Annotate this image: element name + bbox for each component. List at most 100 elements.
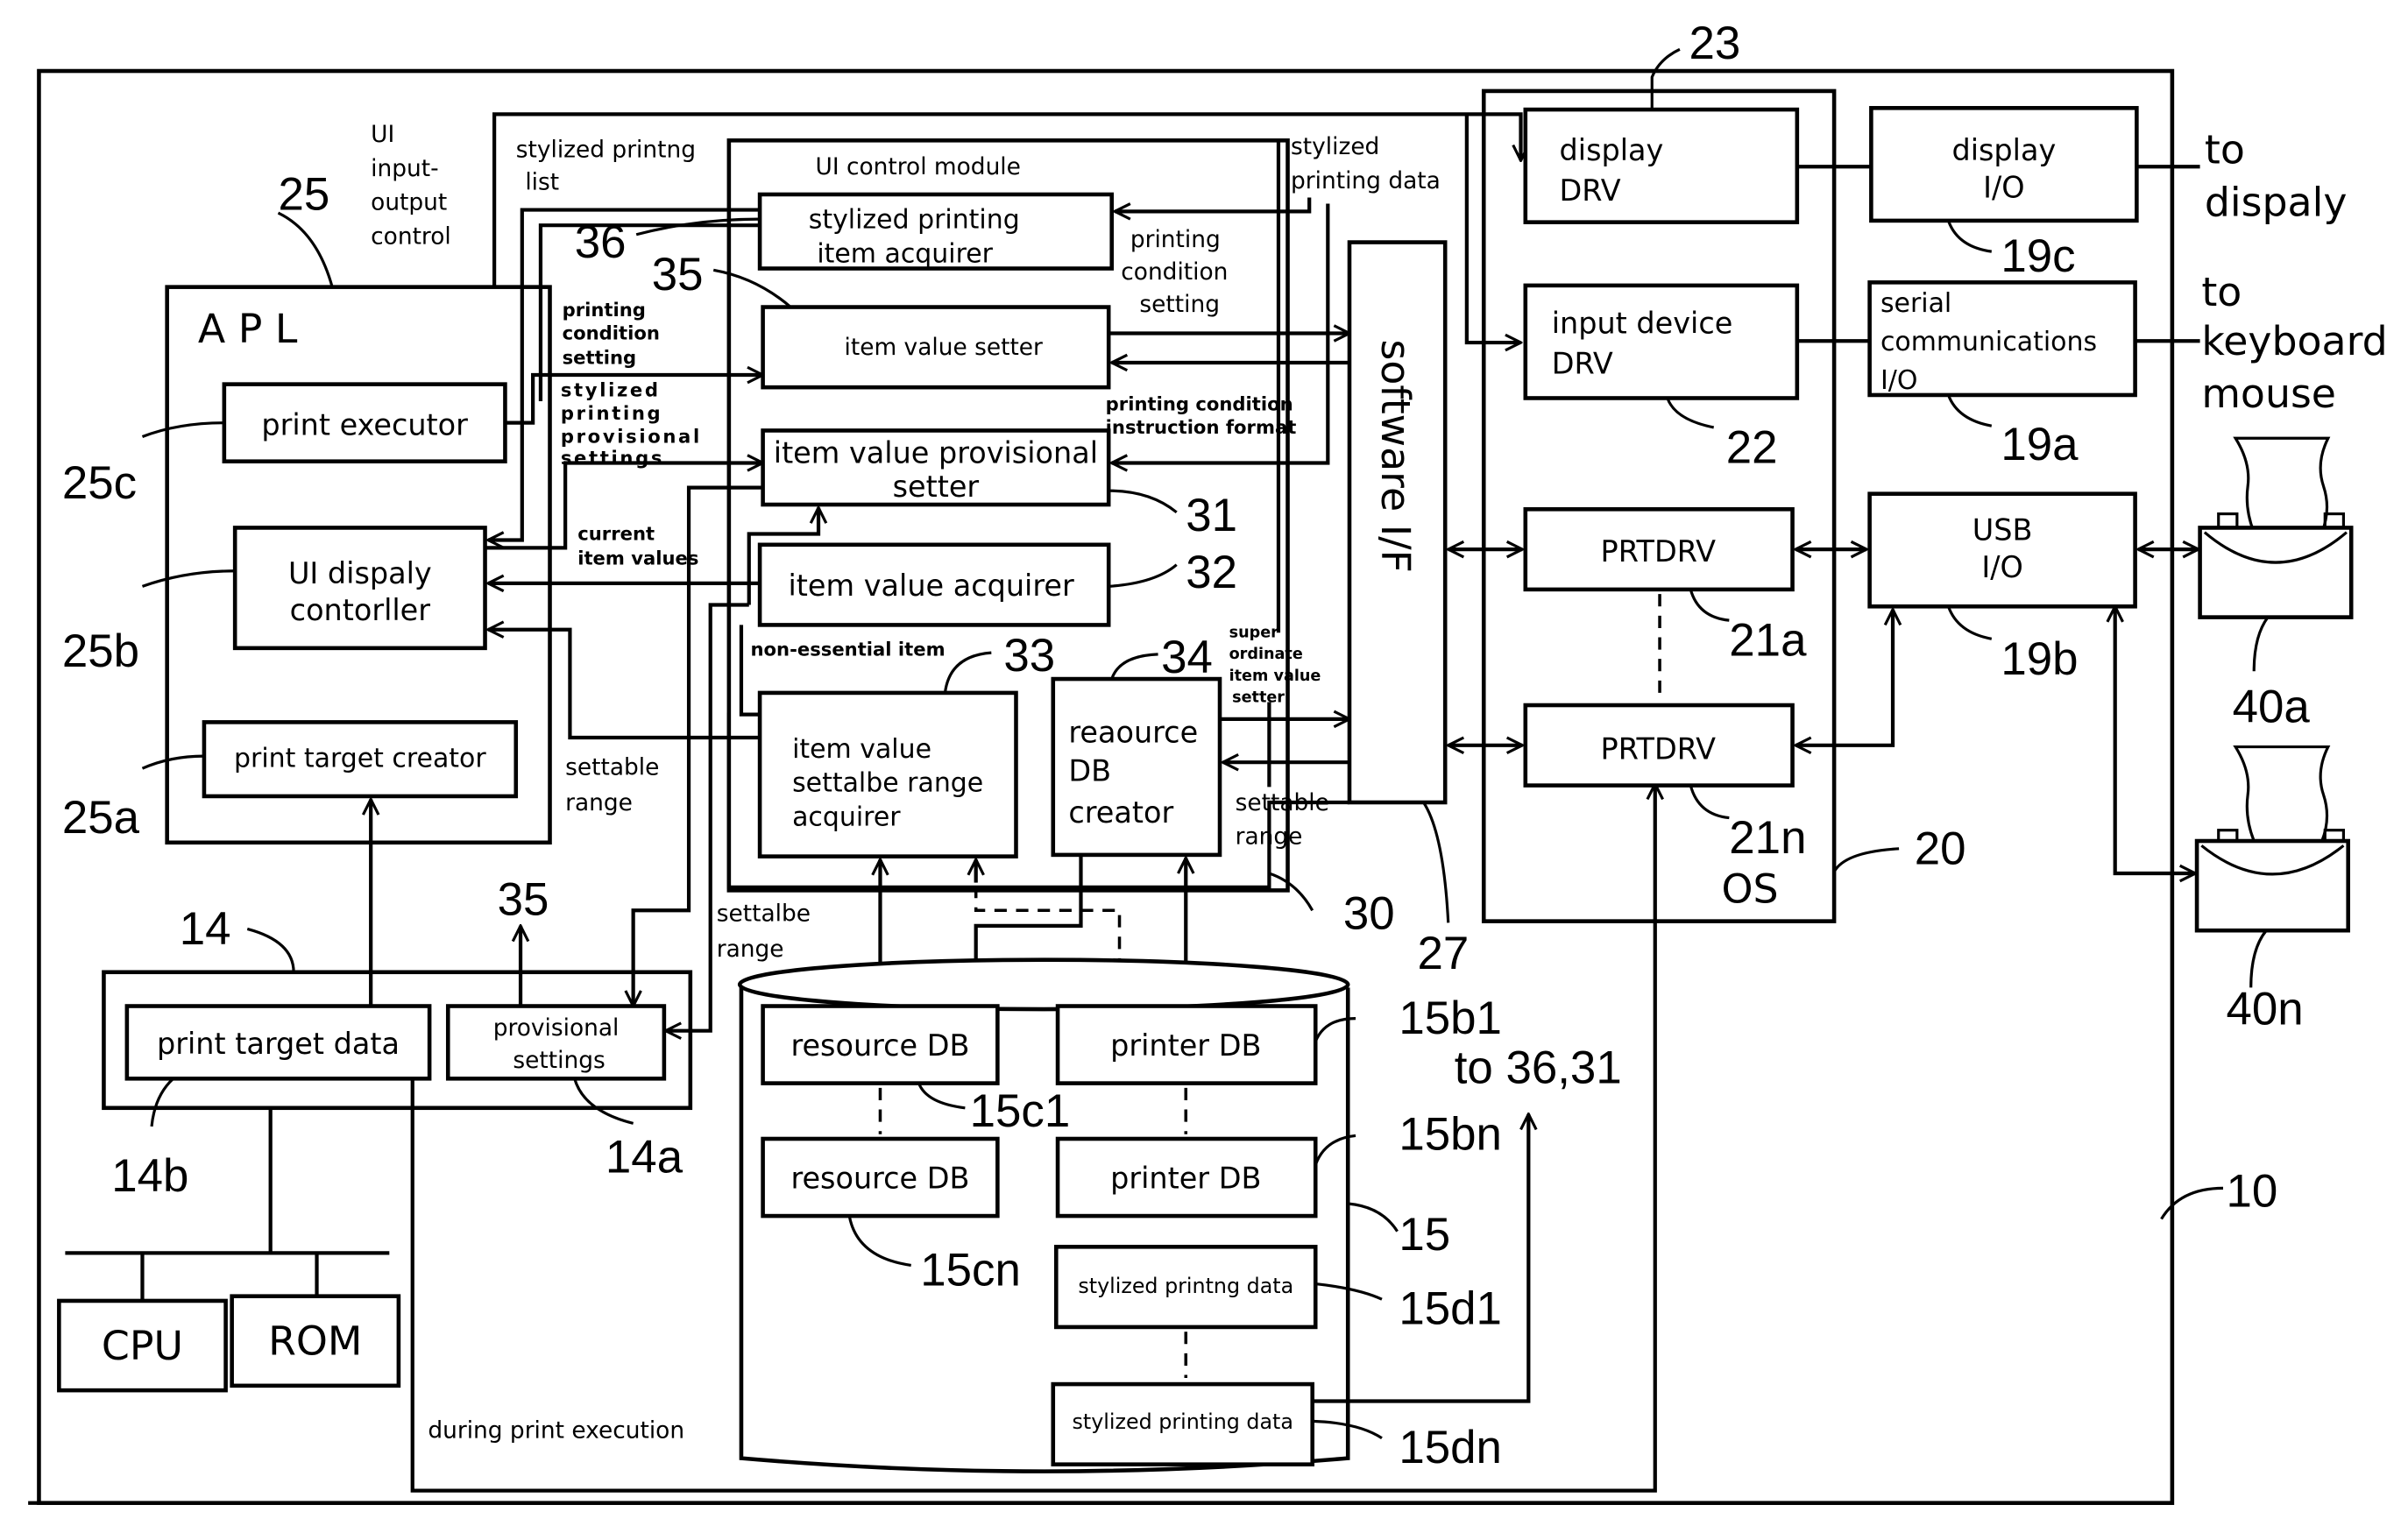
flow-label-stylized-printing-provisional-settings: stylized printing provisional settings bbox=[561, 379, 702, 470]
display-drv[interactable]: display DRV bbox=[1523, 107, 1800, 224]
print-target-data[interactable]: print target data bbox=[124, 1004, 432, 1081]
svg-text:keyboard: keyboard bbox=[2201, 317, 2387, 364]
item-value-acquirer[interactable]: item value acquirer bbox=[757, 542, 1111, 627]
provisional-settings[interactable]: provisional settings bbox=[445, 1004, 667, 1081]
svg-text:DRV: DRV bbox=[1560, 173, 1621, 208]
ref-19b: 19b bbox=[2001, 633, 2078, 685]
svg-text:item value: item value bbox=[1229, 668, 1321, 685]
svg-text:contorller: contorller bbox=[290, 593, 431, 627]
stylized-printing-data-n[interactable]: stylized printing data bbox=[1051, 1381, 1315, 1466]
ref-14: 14 bbox=[180, 903, 231, 955]
ref-30: 30 bbox=[1343, 887, 1395, 939]
svg-text:UI: UI bbox=[371, 121, 394, 148]
flow-label-settable-range-bottom: settalbe range bbox=[717, 901, 811, 964]
svg-text:ordinate: ordinate bbox=[1229, 646, 1303, 663]
svg-text:item values: item values bbox=[577, 547, 698, 569]
svg-text:item value acquirer: item value acquirer bbox=[789, 569, 1074, 603]
svg-text:display: display bbox=[1560, 133, 1664, 167]
input-device-drv[interactable]: input device DRV bbox=[1523, 283, 1800, 400]
svg-text:settable: settable bbox=[565, 753, 659, 781]
svg-text:input device: input device bbox=[1552, 306, 1733, 340]
ref-35: 35 bbox=[652, 249, 704, 300]
serial-communications-io[interactable]: serial communications I/O bbox=[1867, 280, 2137, 398]
svg-text:provisional: provisional bbox=[493, 1014, 620, 1042]
ref-27: 27 bbox=[1417, 928, 1469, 979]
svg-text:I/O: I/O bbox=[1880, 365, 1917, 396]
flow-label-stylized-printing-list: stylized printng list bbox=[516, 137, 696, 196]
svg-text:settalbe range: settalbe range bbox=[792, 768, 983, 799]
display-io[interactable]: display I/O bbox=[1869, 106, 2139, 223]
svg-text:provisional: provisional bbox=[561, 426, 702, 448]
ref-14b: 14b bbox=[111, 1150, 188, 1202]
block-diagram: 10 A P L 25 print executor 25c UI dispal… bbox=[28, 18, 2388, 1506]
print-executor[interactable]: print executor bbox=[222, 382, 507, 463]
svg-text:ROM: ROM bbox=[268, 1317, 362, 1365]
ref-19c: 19c bbox=[2001, 230, 2075, 282]
printer-db-1[interactable]: printer DB bbox=[1055, 1004, 1318, 1085]
ui-display-controller[interactable]: UI dispaly contorller bbox=[232, 526, 487, 651]
stylized-printing-item-acquirer[interactable]: stylized printing item acquirer bbox=[757, 192, 1115, 271]
prtdrv-n[interactable]: PRTDRV bbox=[1523, 703, 1795, 788]
ref-21a: 21a bbox=[1729, 615, 1807, 667]
svg-text:stylized printng data: stylized printng data bbox=[1078, 1274, 1293, 1298]
flow-label-printing-condition-setting-right: printing condition setting bbox=[1121, 226, 1228, 318]
svg-text:printing: printing bbox=[1130, 226, 1221, 253]
svg-text:serial: serial bbox=[1880, 288, 1951, 319]
svg-text:CPU: CPU bbox=[102, 1322, 183, 1369]
svg-text:resource DB: resource DB bbox=[790, 1028, 969, 1063]
usb-io[interactable]: USB I/O bbox=[1867, 491, 2137, 609]
stylized-printing-data-1[interactable]: stylized printng data bbox=[1054, 1245, 1318, 1330]
apl-block: A P L 25 print executor 25c UI dispaly c… bbox=[62, 169, 552, 845]
ref-23: 23 bbox=[1689, 18, 1741, 69]
svg-text:printing condition: printing condition bbox=[1106, 393, 1293, 415]
svg-text:reaource: reaource bbox=[1068, 715, 1198, 749]
svg-text:instruction format: instruction format bbox=[1106, 416, 1297, 438]
svg-text:stylized: stylized bbox=[1291, 133, 1379, 160]
resource-db-1[interactable]: resource DB bbox=[761, 1004, 1000, 1085]
software-interface[interactable]: software I/F bbox=[1347, 240, 1448, 805]
flow-label-printing-condition-instruction-format: printing condition instruction format bbox=[1106, 393, 1297, 438]
svg-text:printer DB: printer DB bbox=[1110, 1028, 1261, 1063]
svg-text:item acquirer: item acquirer bbox=[817, 238, 993, 269]
flow-label-settable-range-right: settable range bbox=[1236, 789, 1329, 851]
ref-15: 15 bbox=[1399, 1209, 1450, 1261]
ref-21n: 21n bbox=[1729, 812, 1806, 864]
to-keyboard-mouse-label: to keyboard mouse bbox=[2201, 268, 2387, 417]
svg-text:PRTDRV: PRTDRV bbox=[1601, 732, 1717, 766]
ui-io-control-label: UI input- output control bbox=[371, 121, 451, 250]
os-label: OS bbox=[1722, 865, 1779, 912]
svg-text:DB: DB bbox=[1068, 753, 1111, 788]
svg-text:USB: USB bbox=[1973, 513, 2033, 547]
flow-label-printing-condition-setting-left: printing condition setting bbox=[563, 299, 660, 369]
svg-text:to: to bbox=[2201, 268, 2242, 315]
ref-15bn: 15bn bbox=[1399, 1108, 1502, 1160]
ui-control-module-title: UI control module bbox=[816, 153, 1021, 180]
svg-text:dispaly: dispaly bbox=[2205, 179, 2348, 226]
printer-db-n[interactable]: printer DB bbox=[1055, 1136, 1318, 1219]
item-value-settable-range-acquirer[interactable]: item value settalbe range acquirer bbox=[757, 690, 1018, 858]
to-36-31-label: to 36,31 bbox=[1455, 1042, 1622, 1094]
printer-40a-icon[interactable] bbox=[2198, 436, 2354, 619]
ref-33: 33 bbox=[1003, 630, 1055, 682]
item-value-setter[interactable]: item value setter bbox=[761, 305, 1111, 390]
resource-db-creator[interactable]: reaource DB creator bbox=[1051, 676, 1222, 858]
flow-label-current-item-values: current item values bbox=[577, 523, 698, 569]
printer-40n-icon[interactable] bbox=[2194, 745, 2350, 933]
ref-15c1: 15c1 bbox=[970, 1085, 1071, 1137]
svg-text:item value setter: item value setter bbox=[845, 334, 1044, 361]
resource-db-n[interactable]: resource DB bbox=[761, 1136, 1000, 1219]
item-value-provisional-setter[interactable]: item value provisional setter bbox=[761, 428, 1111, 507]
ref-20: 20 bbox=[1915, 823, 1966, 874]
ref-25: 25 bbox=[278, 169, 329, 221]
apl-title: A P L bbox=[198, 305, 298, 352]
ref-22: 22 bbox=[1726, 421, 1778, 473]
prtdrv-a[interactable]: PRTDRV bbox=[1523, 507, 1795, 592]
flow-label-settable-range-left: settable range bbox=[565, 753, 659, 816]
svg-text:condition: condition bbox=[563, 322, 660, 344]
svg-text:item value provisional: item value provisional bbox=[774, 435, 1098, 470]
print-target-creator[interactable]: print target creator bbox=[202, 720, 519, 799]
ref-10: 10 bbox=[2227, 1166, 2278, 1218]
ui-control-module: UI control module 30 stylized printing i… bbox=[575, 138, 1395, 939]
svg-text:printing: printing bbox=[563, 299, 646, 321]
ref-35-arrow-target: 35 bbox=[498, 874, 549, 926]
